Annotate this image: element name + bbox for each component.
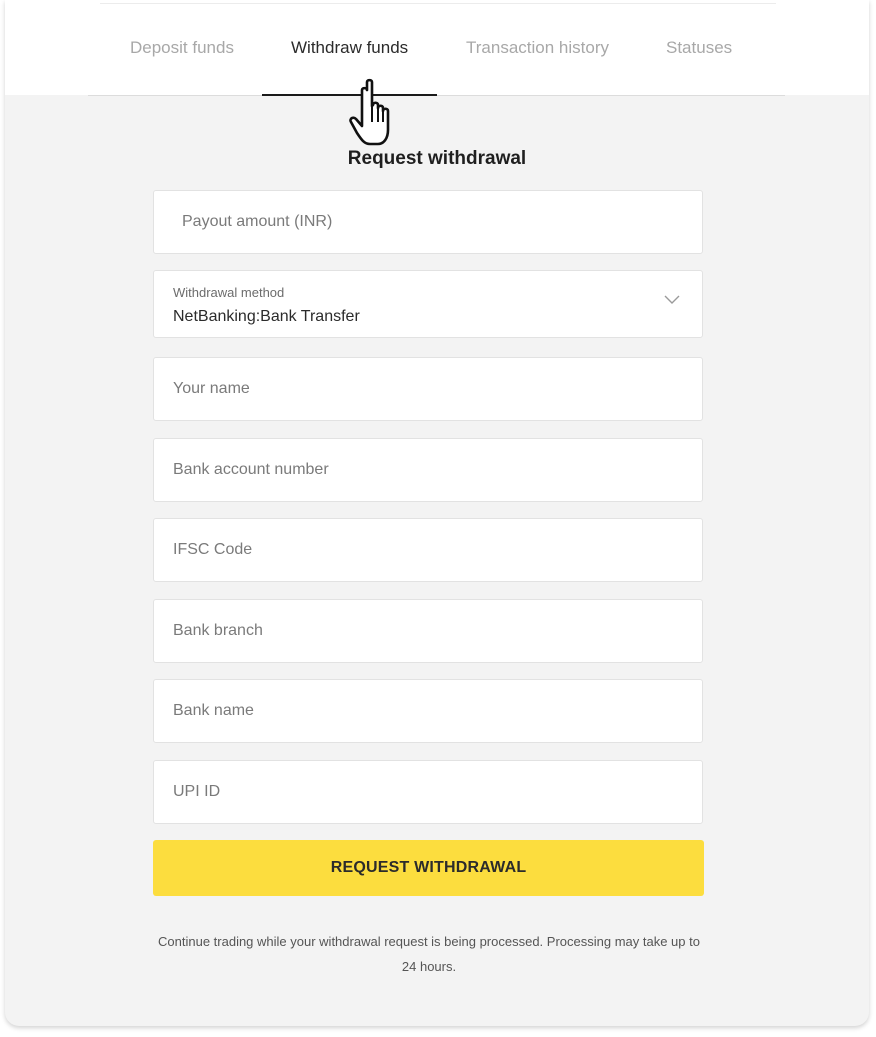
form-title: Request withdrawal: [347, 148, 527, 169]
bank-account-number-input[interactable]: [154, 439, 702, 501]
your-name-input[interactable]: [154, 358, 702, 420]
bank-account-number-field[interactable]: [153, 438, 703, 502]
tab-withdraw-funds[interactable]: Withdraw funds: [291, 38, 408, 58]
upi-id-input[interactable]: [154, 761, 702, 823]
upi-id-field[interactable]: [153, 760, 703, 824]
withdrawal-method-value: NetBanking:Bank Transfer: [173, 308, 360, 325]
tab-bar: Deposit funds Withdraw funds Transaction…: [5, 0, 869, 95]
bank-name-field[interactable]: [153, 679, 703, 743]
tab-bar-top-divider: [100, 3, 776, 4]
chevron-down-icon[interactable]: [664, 295, 680, 305]
ifsc-code-input[interactable]: [154, 519, 702, 581]
processing-note: Continue trading while your withdrawal r…: [158, 934, 700, 974]
request-withdrawal-button[interactable]: REQUEST WITHDRAWAL: [153, 840, 704, 896]
withdrawal-panel: Deposit funds Withdraw funds Transaction…: [5, 0, 869, 1026]
bank-branch-input[interactable]: [154, 600, 702, 662]
your-name-field[interactable]: [153, 357, 703, 421]
withdrawal-method-select[interactable]: Withdrawal method NetBanking:Bank Transf…: [153, 270, 703, 338]
bank-branch-field[interactable]: [153, 599, 703, 663]
tab-statuses[interactable]: Statuses: [666, 38, 732, 58]
bank-name-input[interactable]: [154, 680, 702, 742]
payout-amount-input[interactable]: [154, 191, 702, 253]
tab-deposit-funds[interactable]: Deposit funds: [130, 38, 234, 58]
withdrawal-method-label: Withdrawal method: [173, 285, 285, 300]
ifsc-code-field[interactable]: [153, 518, 703, 582]
tab-transaction-history[interactable]: Transaction history: [466, 38, 609, 58]
payout-amount-field[interactable]: [153, 190, 703, 254]
hand-pointer-icon: [349, 78, 390, 146]
